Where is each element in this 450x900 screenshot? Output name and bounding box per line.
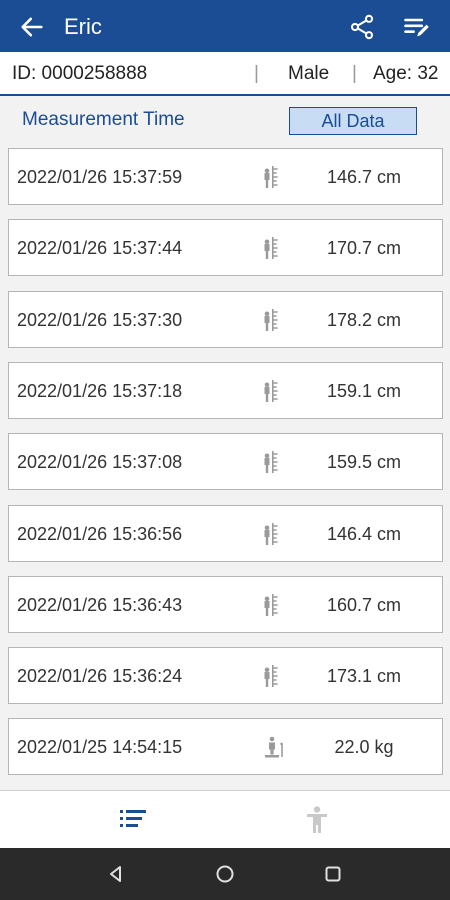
bottom-nav	[0, 790, 450, 848]
record-value: 178.2 cm	[326, 310, 402, 330]
record-row[interactable]: 2022/01/26 15:36:56 146.4 cm	[8, 505, 443, 562]
page-title: Eric	[64, 14, 102, 39]
height-measure-icon	[264, 451, 278, 473]
record-row[interactable]: 2022/01/26 15:36:24 173.1 cm	[8, 647, 443, 704]
record-value: 159.5 cm	[326, 452, 402, 472]
separator: |	[352, 63, 357, 84]
app-bar: Eric	[0, 0, 450, 52]
filter-row: Measurement Time All Data	[0, 96, 450, 144]
record-time: 2022/01/26 15:37:44	[17, 238, 183, 258]
record-value: 173.1 cm	[326, 666, 402, 686]
record-row[interactable]: 2022/01/26 15:37:18 159.1 cm	[8, 362, 443, 419]
user-age: Age: 32	[373, 63, 439, 84]
record-row[interactable]: 2022/01/26 15:37:30 178.2 cm	[8, 291, 443, 348]
record-value: 170.7 cm	[326, 238, 402, 258]
height-measure-icon	[264, 380, 278, 402]
profile-info-bar: ID: 0000258888 | Male | Age: 32	[0, 52, 450, 96]
record-row[interactable]: 2022/01/25 14:54:15 22.0 kg	[8, 718, 443, 775]
height-measure-icon	[264, 166, 278, 188]
user-id: ID: 0000258888	[12, 63, 148, 84]
weight-scale-icon	[265, 736, 283, 758]
record-time: 2022/01/26 15:36:56	[17, 524, 183, 544]
height-measure-icon	[264, 523, 278, 545]
height-measure-icon	[264, 594, 278, 616]
person-icon[interactable]	[302, 805, 332, 835]
record-time: 2022/01/25 14:54:15	[17, 737, 183, 757]
record-time: 2022/01/26 15:37:08	[17, 452, 183, 472]
height-measure-icon	[264, 665, 278, 687]
arrow-left-icon[interactable]	[18, 13, 46, 41]
record-value: 146.4 cm	[326, 524, 402, 544]
record-time: 2022/01/26 15:37:59	[17, 167, 183, 187]
record-row[interactable]: 2022/01/26 15:36:43 160.7 cm	[8, 576, 443, 633]
all-data-button[interactable]: All Data	[289, 107, 417, 135]
height-measure-icon	[264, 309, 278, 331]
back-triangle-icon[interactable]	[106, 864, 126, 884]
record-value: 22.0 kg	[334, 737, 394, 757]
record-value: 160.7 cm	[326, 595, 402, 615]
record-value: 159.1 cm	[326, 381, 402, 401]
record-value: 146.7 cm	[326, 167, 402, 187]
record-time: 2022/01/26 15:37:30	[17, 310, 183, 330]
recents-square-icon[interactable]	[323, 864, 343, 884]
record-time: 2022/01/26 15:36:43	[17, 595, 183, 615]
user-gender: Male	[288, 63, 330, 84]
record-time: 2022/01/26 15:37:18	[17, 381, 183, 401]
record-time: 2022/01/26 15:36:24	[17, 666, 183, 686]
measurement-time-label[interactable]: Measurement Time	[22, 109, 185, 131]
home-circle-icon[interactable]	[215, 864, 235, 884]
record-row[interactable]: 2022/01/26 15:37:08 159.5 cm	[8, 433, 443, 490]
system-nav-bar	[0, 848, 450, 900]
height-measure-icon	[264, 237, 278, 259]
share-icon[interactable]	[348, 13, 376, 41]
record-row[interactable]: 2022/01/26 15:37:59 146.7 cm	[8, 148, 443, 205]
record-row[interactable]: 2022/01/26 15:37:44 170.7 cm	[8, 219, 443, 276]
list-icon[interactable]	[118, 807, 148, 833]
edit-list-icon[interactable]	[402, 13, 430, 41]
separator: |	[254, 63, 259, 84]
